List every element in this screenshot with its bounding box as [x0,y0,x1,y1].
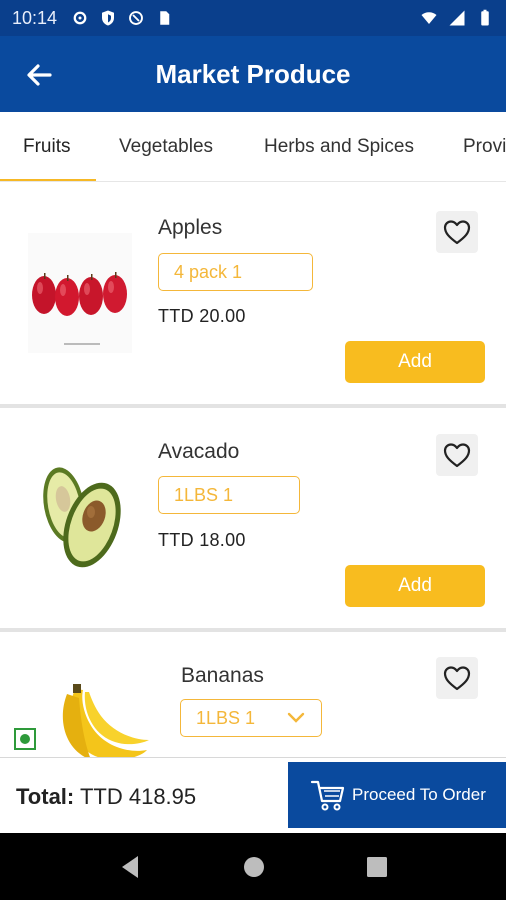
page-title: Market Produce [155,58,351,89]
product-card-apples: Apples 4 pack 1 TTD 20.00 Add [0,183,506,405]
nav-back-icon[interactable] [118,854,142,880]
system-nav-bar [0,833,506,900]
product-price: TTD 18.00 [158,530,246,550]
total-label: Total: [16,784,75,809]
back-arrow-icon[interactable] [22,58,56,92]
app-bar: Market Produce [0,36,506,112]
product-name: Apples [158,216,223,239]
favorite-button[interactable] [436,657,478,699]
category-tabs: Fruits Vegetables Herbs and Spices Provi [0,112,506,182]
data-saver-icon [129,11,143,25]
heart-icon [443,220,471,245]
heart-icon [443,666,471,691]
product-card-avacado: Avacado 1LBS 1 TTD 18.00 Add [0,408,506,628]
product-name: Bananas [181,664,264,687]
apples-image [28,233,132,353]
heart-icon [443,443,471,468]
sim-card-icon [160,11,170,25]
veg-indicator-icon [14,728,36,750]
status-time: 10:14 [12,7,58,28]
favorite-button[interactable] [436,211,478,253]
proceed-to-order-button[interactable]: Proceed To Order [288,762,506,828]
order-total: Total: TTD 418.95 [16,784,196,810]
tab-provisions[interactable]: Provi [463,112,506,181]
variant-value: 1LBS 1 [196,707,256,728]
avocado-image [43,467,121,568]
order-button-label: Proceed To Order [352,785,486,804]
wifi-icon [421,12,437,24]
add-button[interactable]: Add [345,341,485,383]
variant-dropdown[interactable]: 1LBS 1 [180,699,322,737]
variant-selector[interactable]: 1LBS 1 [158,476,300,514]
order-footer: Total: TTD 418.95 Proceed To Order [0,757,506,833]
settings-icon [73,11,87,25]
product-price: TTD 20.00 [158,306,246,326]
product-card-bananas: Bananas 1LBS 1 [0,632,506,757]
tab-fruits[interactable]: Fruits [23,112,71,181]
tab-vegetables[interactable]: Vegetables [119,112,213,181]
nav-home-icon[interactable] [242,855,266,879]
active-tab-indicator [0,179,96,181]
product-name: Avacado [158,440,240,463]
shopping-cart-icon [310,780,345,811]
chevron-down-icon [287,712,305,723]
signal-icon [449,10,465,26]
shield-icon [102,10,115,26]
status-bar: 10:14 [0,0,506,36]
variant-selector[interactable]: 4 pack 1 [158,253,313,291]
total-value: TTD 418.95 [79,784,197,809]
bananas-image [62,684,149,757]
nav-recents-icon[interactable] [366,856,388,878]
favorite-button[interactable] [436,434,478,476]
battery-icon [481,9,489,26]
tab-herbs-and-spices[interactable]: Herbs and Spices [264,112,414,181]
add-button[interactable]: Add [345,565,485,607]
